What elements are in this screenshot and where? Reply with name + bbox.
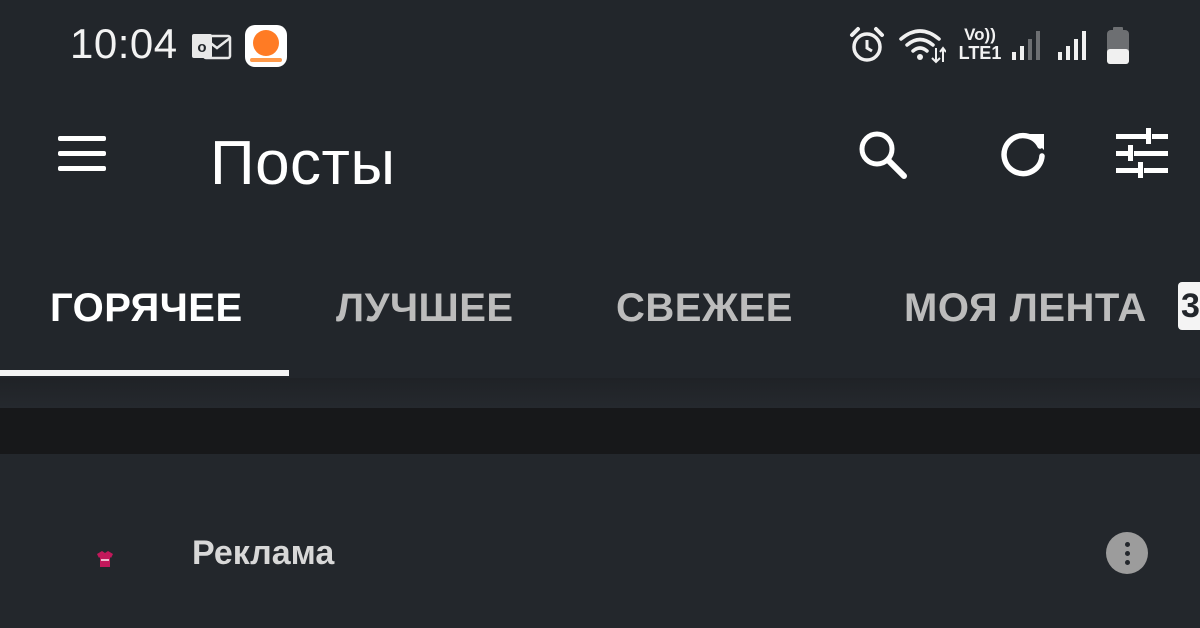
search-icon	[859, 131, 907, 179]
alarm-icon	[848, 26, 886, 69]
status-time: 10:04	[70, 20, 178, 67]
section-divider	[0, 408, 1200, 454]
more-vertical-icon	[1124, 541, 1130, 565]
app-bar: Посты	[0, 90, 1200, 230]
refresh-button[interactable]	[994, 124, 1054, 184]
volte-indicator: Vo)) LTE1	[956, 25, 1004, 63]
menu-icon	[58, 136, 106, 171]
orange-app-icon	[244, 24, 288, 73]
signal-icon	[1056, 28, 1092, 67]
search-button[interactable]	[852, 124, 912, 184]
status-bar: 10:04 o Vo)) LTE1	[0, 0, 1200, 90]
network-label: LTE1	[958, 43, 1002, 63]
signal-icon	[1010, 28, 1046, 67]
tab-fresh[interactable]: СВЕЖЕЕ	[616, 286, 793, 331]
tab-badge: 3	[1178, 282, 1200, 330]
filter-button[interactable]	[1112, 124, 1172, 184]
refresh-icon	[1001, 132, 1045, 177]
tab-best[interactable]: ЛУЧШЕЕ	[336, 286, 514, 331]
wifi-icon	[898, 26, 947, 69]
tab-bar: ГОРЯЧЕЕ ЛУЧШЕЕ СВЕЖЕЕ МОЯ ЛЕНТА 3	[0, 240, 1200, 378]
page-title: Посты	[210, 129, 396, 198]
tab-my-feed[interactable]: МОЯ ЛЕНТА	[904, 286, 1147, 331]
svg-text:o: o	[197, 39, 206, 56]
more-options-button[interactable]	[1106, 532, 1148, 574]
shirt-icon	[96, 550, 114, 568]
outlook-icon: o	[192, 32, 232, 67]
tab-indicator	[0, 370, 289, 376]
ad-label: Реклама	[192, 534, 335, 572]
menu-button[interactable]	[52, 124, 112, 184]
tab-hot[interactable]: ГОРЯЧЕЕ	[50, 286, 243, 331]
volte-label: Vo))	[964, 25, 996, 44]
post-header: Реклама	[0, 454, 1200, 628]
battery-icon	[1104, 26, 1132, 71]
filter-icon	[1116, 128, 1168, 178]
tabs-shadow	[0, 378, 1200, 408]
